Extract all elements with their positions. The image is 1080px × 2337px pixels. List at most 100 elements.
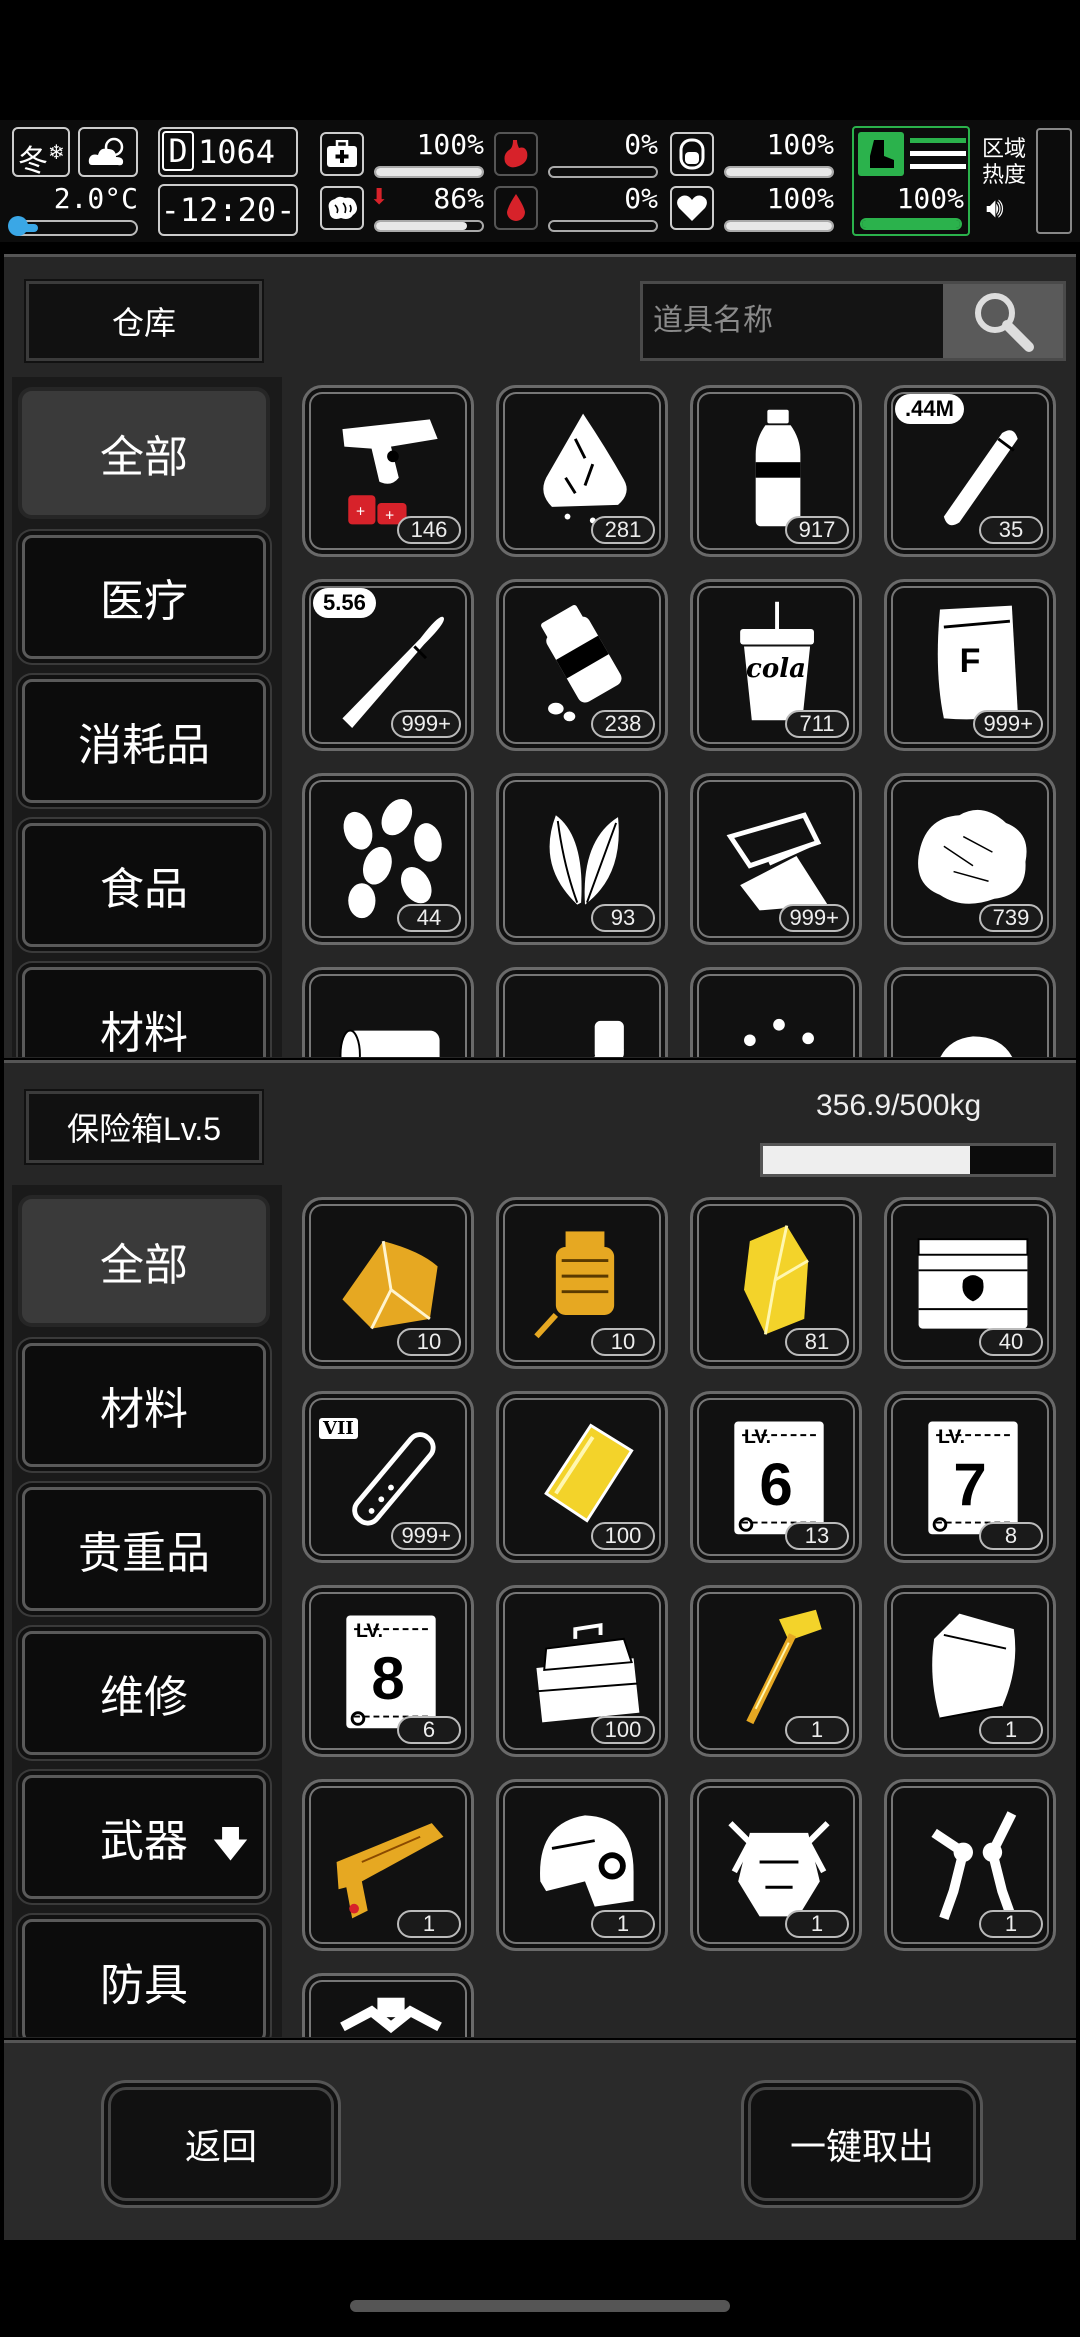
item-slot[interactable]: [884, 967, 1056, 1057]
item-slot[interactable]: 1: [302, 1779, 474, 1951]
speaker-icon[interactable]: 🔊︎: [986, 192, 1004, 225]
svg-text:LV.: LV.: [356, 1620, 383, 1642]
temperature-bar: [8, 216, 138, 236]
region-heat-meter: [1036, 128, 1072, 234]
item-slot[interactable]: [302, 1973, 474, 2037]
item-count-badge: 81: [785, 1328, 849, 1356]
stat-bar: [724, 220, 834, 232]
item-slot[interactable]: 100: [496, 1585, 668, 1757]
home-indicator[interactable]: [350, 2300, 730, 2312]
item-slot[interactable]: LV. 6 13: [690, 1391, 862, 1563]
category-consumables[interactable]: 消耗品: [22, 679, 266, 803]
item-count-badge: 999+: [779, 904, 849, 932]
item-count-badge: 238: [591, 710, 655, 738]
item-count-badge: 917: [785, 516, 849, 544]
item-slot[interactable]: [496, 967, 668, 1057]
footer-bar: 返回 一键取出: [4, 2040, 1076, 2240]
item-slot[interactable]: LV. 8 6: [302, 1585, 474, 1757]
item-slot[interactable]: 281: [496, 385, 668, 557]
category-all[interactable]: 全部: [22, 391, 266, 515]
stomach-icon: [494, 132, 538, 176]
item-count-badge: 6: [397, 1716, 461, 1744]
item-slot[interactable]: [302, 967, 474, 1057]
item-slot[interactable]: [690, 967, 862, 1057]
item-count-badge: 146: [397, 516, 461, 544]
season-indicator: 冬❄: [12, 127, 70, 179]
mood-stat: 100%: [670, 182, 834, 234]
stat-fill: [726, 222, 832, 230]
weather-indicator: [78, 127, 138, 177]
item-slot[interactable]: 44: [302, 773, 474, 945]
temperature-fill: [16, 224, 38, 232]
item-count-badge: 739: [979, 904, 1043, 932]
category-repair[interactable]: 维修: [22, 1631, 266, 1755]
category-medical[interactable]: 医疗: [22, 535, 266, 659]
safe-weight-readout: 356.9/500kg: [816, 1089, 982, 1122]
item-slot[interactable]: + +146: [302, 385, 474, 557]
blood-drop-icon: [494, 186, 538, 230]
item-slot[interactable]: 238: [496, 579, 668, 751]
item-slot[interactable]: 10: [496, 1197, 668, 1369]
item-slot[interactable]: 1: [690, 1779, 862, 1951]
sanity-stat: ⬇ 86%: [320, 182, 484, 234]
search-button[interactable]: [943, 284, 1063, 358]
item-count-badge: 1: [979, 1910, 1043, 1938]
item-slot[interactable]: .44M 35: [884, 385, 1056, 557]
svg-text:+: +: [385, 507, 394, 524]
item-count-badge: 711: [785, 710, 849, 738]
category-food[interactable]: 食品: [22, 823, 266, 947]
item-slot[interactable]: 1: [496, 1779, 668, 1951]
item-count-badge: 1: [397, 1910, 461, 1938]
health-stat: 100%: [320, 128, 484, 180]
stat-value: 0%: [624, 182, 658, 215]
item-count-badge: 1: [979, 1716, 1043, 1744]
category-materials[interactable]: 材料: [22, 967, 266, 1057]
item-count-badge: 10: [591, 1328, 655, 1356]
mech-legs-icon: [340, 1997, 442, 2034]
item-count-badge: 10: [397, 1328, 461, 1356]
stat-fill: [376, 168, 482, 176]
ammo-caliber-tag: 5.56: [313, 588, 376, 618]
stat-fill: [726, 168, 832, 176]
item-slot[interactable]: 100: [496, 1391, 668, 1563]
item-slot[interactable]: LV. 7 8: [884, 1391, 1056, 1563]
ammo-caliber-tag: .44M: [895, 394, 964, 424]
item-slot[interactable]: 917: [690, 385, 862, 557]
stamina-boot-icon: [858, 132, 904, 176]
item-slot[interactable]: 999+: [690, 773, 862, 945]
item-slot[interactable]: 5.56 999+: [302, 579, 474, 751]
safe-category-sidebar: 全部 材料 贵重品 维修 武器 🡇 防具: [12, 1185, 282, 2037]
brain-icon: [320, 186, 364, 230]
item-slot[interactable]: cola 711: [690, 579, 862, 751]
category-weapons[interactable]: 武器 🡇: [22, 1775, 266, 1899]
item-count-badge: 999+: [973, 710, 1043, 738]
item-slot[interactable]: 81: [690, 1197, 862, 1369]
category-valuables[interactable]: 贵重品: [22, 1487, 266, 1611]
item-slot[interactable]: F 999+: [884, 579, 1056, 751]
item-slot[interactable]: 739: [884, 773, 1056, 945]
item-slot[interactable]: 1: [884, 1585, 1056, 1757]
item-slot[interactable]: 10: [302, 1197, 474, 1369]
safe-weight-fill: [763, 1146, 970, 1174]
item-count-badge: 100: [591, 1522, 655, 1550]
back-button[interactable]: 返回: [108, 2087, 334, 2201]
stat-value: 0%: [624, 128, 658, 161]
item-slot[interactable]: VII 999+: [302, 1391, 474, 1563]
item-count-badge: 1: [785, 1910, 849, 1938]
item-slot[interactable]: 40: [884, 1197, 1056, 1369]
category-materials[interactable]: 材料: [22, 1343, 266, 1467]
item-slot[interactable]: 93: [496, 773, 668, 945]
category-all[interactable]: 全部: [22, 1199, 266, 1323]
warehouse-tab[interactable]: 仓库: [24, 279, 264, 363]
svg-text:+: +: [356, 504, 365, 521]
item-slot[interactable]: 1: [884, 1779, 1056, 1951]
safe-tab[interactable]: 保险箱Lv.5: [24, 1089, 264, 1165]
search-input[interactable]: [649, 288, 939, 354]
down-arrow-icon: 🡇: [211, 1823, 249, 1864]
item-slot[interactable]: 1: [690, 1585, 862, 1757]
category-armor[interactable]: 防具: [22, 1919, 266, 2037]
take-all-button[interactable]: 一键取出: [748, 2087, 976, 2201]
safe-panel: 保险箱Lv.5 356.9/500kg 全部 材料 贵重品 维修 武器 🡇 防具…: [4, 1060, 1076, 2038]
water-tank-icon: [670, 132, 714, 176]
region-label-2: 热度: [982, 162, 1027, 187]
